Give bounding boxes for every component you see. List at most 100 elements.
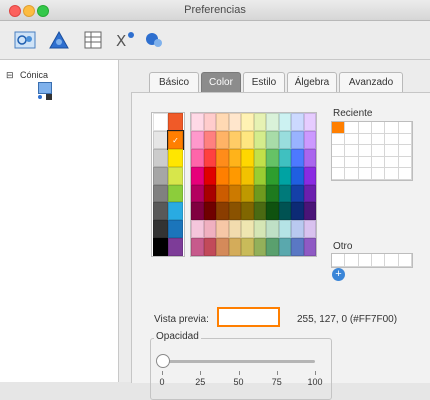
tab-basic[interactable]: Básico: [149, 72, 199, 93]
other-swatch[interactable]: [332, 254, 346, 267]
recent-swatch[interactable]: [332, 156, 346, 169]
color-swatch[interactable]: [278, 113, 291, 131]
gray-swatch[interactable]: [153, 184, 168, 203]
color-swatch[interactable]: [216, 148, 229, 167]
color-swatch[interactable]: [216, 130, 229, 149]
graphics-icon[interactable]: [14, 29, 36, 51]
gray-swatch[interactable]: [153, 202, 168, 221]
color-swatch[interactable]: [266, 113, 279, 131]
color-swatch[interactable]: [228, 148, 241, 167]
color-swatch[interactable]: [203, 148, 216, 167]
other-swatch[interactable]: [372, 254, 386, 267]
recent-swatch[interactable]: [345, 156, 359, 169]
color-swatch[interactable]: [278, 184, 291, 203]
accent-swatch[interactable]: [168, 148, 183, 167]
color-swatch[interactable]: [228, 220, 241, 239]
color-swatch[interactable]: [216, 238, 229, 256]
color-swatch[interactable]: [291, 202, 304, 221]
gray-swatch[interactable]: [153, 166, 168, 185]
gray-swatch[interactable]: [153, 130, 168, 149]
color-swatch[interactable]: [203, 220, 216, 239]
color-swatch[interactable]: [278, 130, 291, 149]
recent-swatch[interactable]: [345, 133, 359, 146]
color-swatch[interactable]: [216, 220, 229, 239]
point-object-icon[interactable]: [38, 95, 42, 99]
recent-swatch[interactable]: [385, 145, 399, 157]
color-swatch[interactable]: [303, 238, 316, 256]
other-swatch[interactable]: [398, 254, 412, 267]
recent-swatch[interactable]: [332, 122, 346, 134]
defaults-icon[interactable]: [143, 29, 165, 51]
color-swatch[interactable]: [216, 184, 229, 203]
accent-swatch[interactable]: [168, 220, 183, 239]
recent-swatch[interactable]: [358, 133, 372, 146]
color-swatch[interactable]: [216, 166, 229, 185]
color-swatch[interactable]: [191, 202, 204, 221]
spreadsheet-icon[interactable]: [82, 29, 104, 51]
recent-swatch[interactable]: [332, 145, 346, 157]
color-swatch[interactable]: [241, 166, 254, 185]
color-swatch[interactable]: [291, 238, 304, 256]
color-swatch[interactable]: [191, 220, 204, 239]
color-swatch[interactable]: [303, 130, 316, 149]
color-swatch[interactable]: [303, 202, 316, 221]
recent-swatch[interactable]: [345, 145, 359, 157]
color-swatch[interactable]: [203, 184, 216, 203]
accent-swatch[interactable]: [168, 184, 183, 203]
color-swatch[interactable]: [278, 166, 291, 185]
color-swatch[interactable]: [253, 238, 266, 256]
color-swatch[interactable]: [278, 220, 291, 239]
color-swatch[interactable]: [241, 113, 254, 131]
recent-swatch[interactable]: [345, 168, 359, 180]
opacity-slider-track[interactable]: [162, 360, 315, 363]
tree-root[interactable]: ⊟ Cónica: [6, 70, 48, 80]
color-swatch[interactable]: [228, 166, 241, 185]
color-swatch[interactable]: [266, 238, 279, 256]
color-swatch[interactable]: [241, 220, 254, 239]
recent-swatch[interactable]: [372, 168, 386, 180]
color-swatch[interactable]: [291, 166, 304, 185]
color-swatch[interactable]: [241, 130, 254, 149]
color-swatch[interactable]: [216, 202, 229, 221]
color-swatch[interactable]: [303, 148, 316, 167]
color-swatch[interactable]: [278, 148, 291, 167]
color-swatch[interactable]: [278, 238, 291, 256]
recent-swatch[interactable]: [398, 122, 412, 134]
gray-swatch[interactable]: [153, 220, 168, 239]
color-swatch[interactable]: [216, 113, 229, 131]
color-swatch[interactable]: [266, 184, 279, 203]
color-swatch[interactable]: [203, 166, 216, 185]
color-swatch[interactable]: [191, 166, 204, 185]
recent-swatch[interactable]: [358, 122, 372, 134]
recent-swatch[interactable]: [398, 168, 412, 180]
color-swatch[interactable]: [203, 130, 216, 149]
color-swatch[interactable]: [228, 202, 241, 221]
color-swatch[interactable]: [266, 130, 279, 149]
other-swatch[interactable]: [358, 254, 372, 267]
color-swatch[interactable]: [228, 130, 241, 149]
recent-swatch[interactable]: [385, 122, 399, 134]
opacity-slider-knob[interactable]: [156, 354, 170, 368]
accent-swatch[interactable]: [168, 202, 183, 221]
color-swatch[interactable]: [253, 184, 266, 203]
color-swatch[interactable]: [191, 184, 204, 203]
recent-swatch[interactable]: [372, 145, 386, 157]
color-swatch[interactable]: [291, 220, 304, 239]
accent-swatch[interactable]: [168, 113, 183, 131]
color-swatch[interactable]: [253, 202, 266, 221]
color-swatch[interactable]: [266, 220, 279, 239]
gray-swatch[interactable]: [153, 238, 168, 256]
color-swatch[interactable]: [191, 148, 204, 167]
color-swatch[interactable]: [266, 166, 279, 185]
accent-swatch[interactable]: [168, 238, 183, 256]
recent-swatch[interactable]: [398, 145, 412, 157]
tab-color[interactable]: Color: [201, 72, 241, 93]
color-swatch[interactable]: [291, 184, 304, 203]
recent-swatch[interactable]: [385, 168, 399, 180]
color-swatch[interactable]: [191, 130, 204, 149]
point-object-icon[interactable]: [46, 94, 52, 100]
color-swatch[interactable]: [303, 166, 316, 185]
color-swatch[interactable]: [203, 113, 216, 131]
tab-advanced[interactable]: Avanzado: [339, 72, 403, 93]
color-swatch[interactable]: [291, 130, 304, 149]
